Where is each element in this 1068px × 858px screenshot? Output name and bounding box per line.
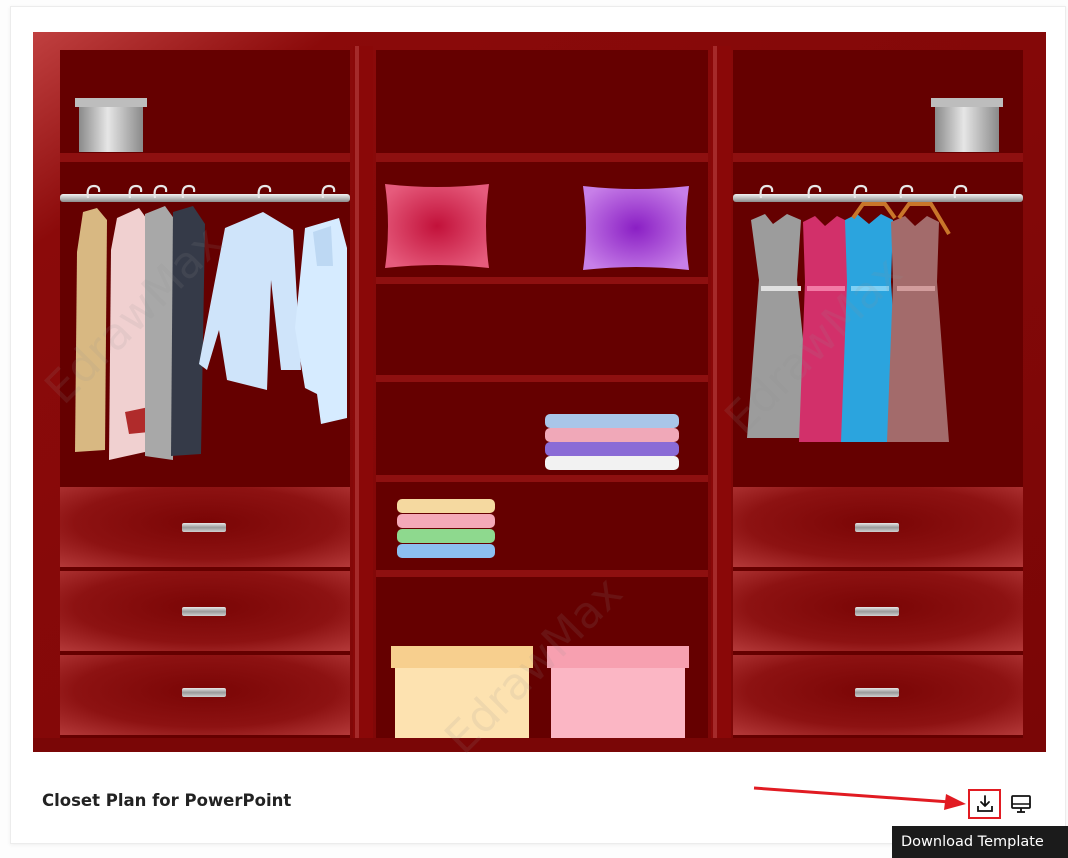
download-tooltip: Download Template [892,826,1068,858]
present-button[interactable] [1006,789,1036,819]
monitor-icon [1011,795,1031,813]
download-template-button[interactable] [968,789,1001,819]
template-preview-image[interactable] [33,32,1046,752]
download-icon [976,795,993,812]
pointer-arrow [753,786,966,810]
template-title[interactable]: Closet Plan for PowerPoint [42,791,291,810]
